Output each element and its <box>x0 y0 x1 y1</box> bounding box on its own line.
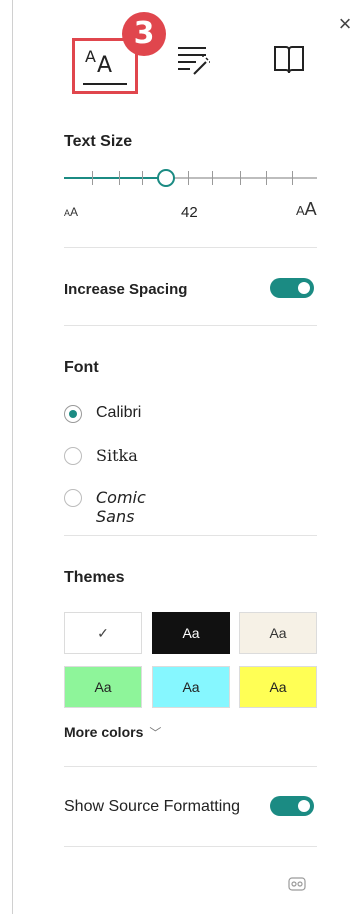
tab-reading-preferences[interactable] <box>272 44 306 76</box>
more-colors-label: More colors <box>64 724 144 740</box>
slider-tick <box>188 171 189 185</box>
theme-swatch-cream[interactable]: Aa <box>239 612 317 654</box>
themes-label: Themes <box>64 569 125 586</box>
slider-tick <box>212 171 213 185</box>
slider-tick <box>292 171 293 185</box>
chevron-down-icon: ﹀ <box>149 726 162 740</box>
divider <box>64 766 317 767</box>
radio-button[interactable] <box>64 405 82 423</box>
radio-dot <box>69 410 77 418</box>
text-size-value: 42 <box>181 204 198 221</box>
font-option-label: Calibri <box>96 404 142 421</box>
slider-tick <box>142 171 143 185</box>
theme-swatch-green[interactable]: Aa <box>64 666 142 708</box>
show-source-formatting-toggle[interactable] <box>270 796 314 816</box>
divider <box>64 247 317 248</box>
theme-swatch-black[interactable]: Aa <box>152 612 230 654</box>
toggle-knob <box>298 800 310 812</box>
font-option-label: Sitka <box>96 446 138 465</box>
radio-button[interactable] <box>64 489 82 507</box>
show-source-formatting-label: Show Source Formatting <box>64 798 241 815</box>
theme-swatch-white[interactable]: ✓ <box>64 612 142 654</box>
divider <box>64 325 317 326</box>
slider-tick <box>240 171 241 185</box>
step-badge: 3 <box>122 12 166 56</box>
theme-swatch-cyan[interactable]: Aa <box>152 666 230 708</box>
book-icon <box>274 46 304 74</box>
slider-tick <box>92 171 93 185</box>
increase-spacing-label: Increase Spacing <box>64 281 188 298</box>
decrease-size-icon: AAAA <box>64 205 79 219</box>
divider <box>64 535 317 536</box>
tab-grammar-options[interactable] <box>176 44 212 78</box>
font-label: Font <box>64 359 99 376</box>
feedback-icon[interactable] <box>288 877 306 891</box>
toggle-knob <box>298 282 310 294</box>
slider-tick <box>119 171 120 185</box>
radio-button[interactable] <box>64 447 82 465</box>
grammar-options-icon <box>178 47 210 75</box>
close-button[interactable]: × <box>335 13 355 35</box>
theme-swatch-yellow[interactable]: Aa <box>239 666 317 708</box>
increase-size-icon: AA <box>296 199 317 219</box>
active-tab-underline <box>83 83 127 85</box>
more-colors-button[interactable]: More colors ﹀ <box>64 724 161 741</box>
slider-tick <box>266 171 267 185</box>
slider-thumb[interactable] <box>157 169 175 187</box>
increase-spacing-toggle[interactable] <box>270 278 314 298</box>
font-option-label: Comic Sans <box>96 488 146 526</box>
slider-fill <box>64 177 165 179</box>
divider <box>64 846 317 847</box>
text-size-slider[interactable] <box>64 169 317 187</box>
text-size-label: Text Size <box>64 133 133 150</box>
